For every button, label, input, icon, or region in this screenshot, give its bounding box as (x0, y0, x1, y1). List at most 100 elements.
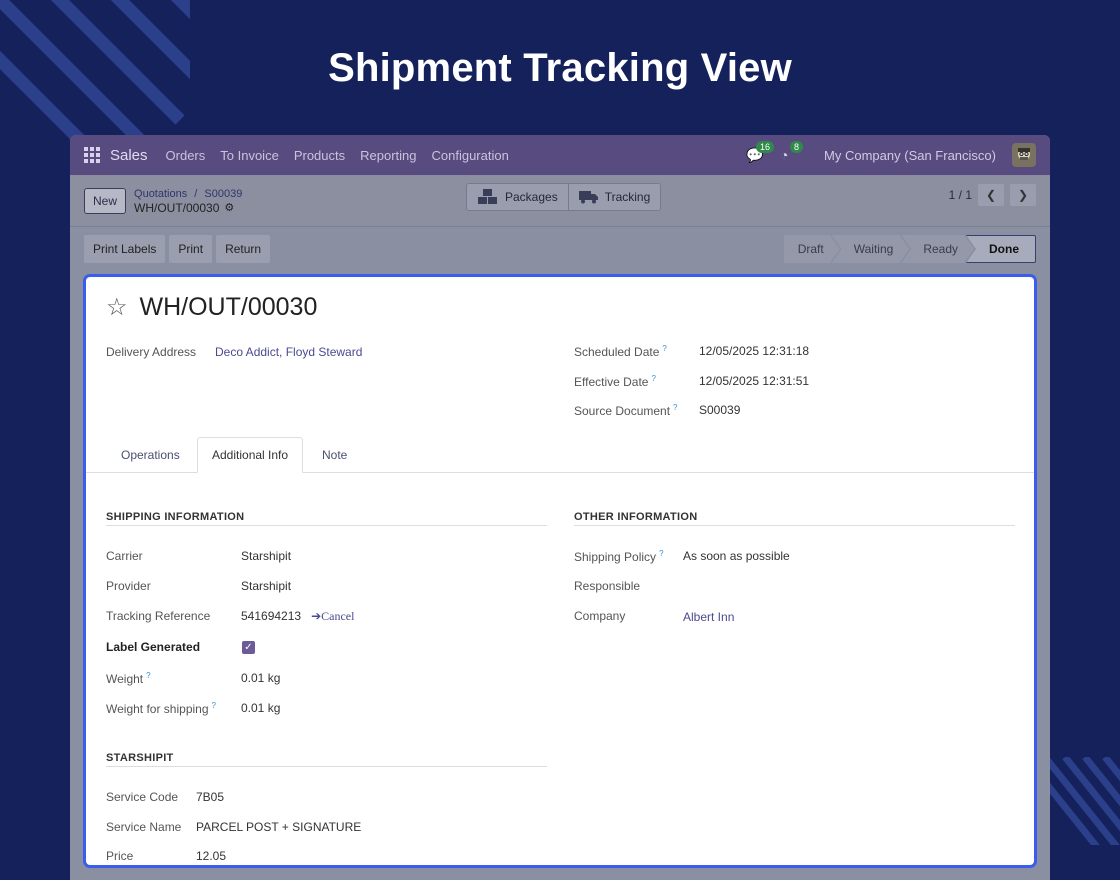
company-value[interactable]: Albert Inn (683, 610, 734, 624)
provider-value: Starshipit (241, 579, 292, 593)
avatar-icon (1018, 148, 1030, 160)
section-divider (106, 525, 547, 526)
help-icon[interactable]: ? (659, 549, 663, 558)
truck-icon (578, 191, 598, 204)
effective-date-value: 12/05/2025 12:31:51 (699, 374, 810, 388)
shipping-policy-value[interactable]: As soon as possible (683, 549, 790, 563)
provider-label: Provider (106, 579, 151, 593)
source-document-value[interactable]: S00039 (699, 403, 740, 417)
activities-badge: 8 (790, 141, 804, 153)
starshipit-header: STARSHIPIT (106, 752, 174, 764)
weight-value: 0.01 kg (241, 671, 281, 685)
price-value: 12.05 (196, 849, 227, 863)
help-icon[interactable]: ? (651, 374, 655, 383)
section-divider (574, 525, 1015, 526)
breadcrumb-sale-order[interactable]: S00039 (204, 188, 242, 200)
tab-operations[interactable]: Operations (107, 437, 194, 472)
app-grid-icon[interactable] (84, 147, 100, 163)
top-navbar: Sales Orders To Invoice Products Reporti… (70, 135, 1050, 175)
service-name-value: PARCEL POST + SIGNATURE (196, 820, 362, 834)
carrier-value[interactable]: Starshipit (241, 549, 291, 563)
help-icon[interactable]: ? (662, 344, 666, 353)
form-sheet: ☆ WH/OUT/00030 Delivery Address Deco Add… (83, 274, 1037, 868)
clock-icon: ◔ (780, 147, 789, 163)
chevron-right-icon: ❯ (1017, 188, 1029, 202)
service-code-label: Service Code (106, 790, 179, 804)
status-ready[interactable]: Ready (901, 235, 974, 263)
pager-next-button[interactable]: ❯ (1010, 184, 1036, 206)
gear-icon[interactable]: ⚙ (224, 201, 234, 215)
packages-label: Packages (505, 190, 558, 204)
tracking-reference-row: 541694213 ➔Cancel (241, 609, 354, 624)
service-name-label: Service Name (106, 820, 182, 834)
print-button[interactable]: Print (169, 235, 213, 263)
app-window: Sales Orders To Invoice Products Reporti… (70, 135, 1050, 880)
scheduled-date-value[interactable]: 12/05/2025 12:31:18 (699, 344, 809, 358)
delivery-address-value[interactable]: Deco Addict, Floyd Steward (215, 345, 362, 359)
tab-additional-info[interactable]: Additional Info (197, 437, 304, 473)
carrier-label: Carrier (106, 549, 143, 563)
price-label: Price (106, 849, 134, 863)
status-done[interactable]: Done (966, 235, 1036, 263)
menu-to-invoice[interactable]: To Invoice (220, 148, 279, 163)
weight-for-shipping-value: 0.01 kg (241, 701, 281, 715)
responsible-field[interactable] (683, 579, 883, 593)
breadcrumb-quotations[interactable]: Quotations (134, 188, 187, 200)
tracking-reference-label: Tracking Reference (106, 609, 211, 623)
star-icon[interactable]: ☆ (106, 293, 128, 322)
delivery-address-label: Delivery Address (106, 345, 197, 359)
breadcrumb-current: WH/OUT/00030 (134, 200, 220, 215)
activities-button[interactable]: ◔ 8 (780, 141, 804, 165)
help-icon[interactable]: ? (212, 701, 216, 710)
control-panel: New Quotations / S00039 WH/OUT/00030 ⚙ P… (70, 175, 1050, 227)
source-document-label: Source Document? (574, 403, 678, 418)
chevron-left-icon: ❮ (985, 188, 997, 202)
weight-for-shipping-label: Weight for shipping? (106, 701, 216, 716)
breadcrumb: Quotations / S00039 WH/OUT/00030 ⚙ (134, 187, 242, 215)
company-switcher[interactable]: My Company (San Francisco) (824, 148, 996, 163)
new-button[interactable]: New (84, 187, 127, 214)
checkmark-icon: ✓ (244, 642, 253, 653)
help-icon[interactable]: ? (146, 671, 150, 680)
user-avatar[interactable] (1012, 143, 1036, 167)
hero-title: Shipment Tracking View (328, 46, 792, 90)
menu-orders[interactable]: Orders (166, 148, 206, 163)
tab-note[interactable]: Note (308, 437, 361, 472)
pager-previous-button[interactable]: ❮ (978, 184, 1004, 206)
help-icon[interactable]: ? (673, 403, 677, 412)
status-draft[interactable]: Draft (784, 235, 840, 263)
record-title-row: ☆ WH/OUT/00030 (106, 293, 317, 322)
weight-label: Weight? (106, 671, 151, 686)
section-divider (106, 766, 547, 767)
pager: 1 / 1 ❮ ❯ (949, 184, 1036, 206)
packages-button[interactable]: Packages (467, 184, 568, 210)
label-generated-label: Label Generated (106, 640, 201, 654)
menu-reporting[interactable]: Reporting (360, 148, 416, 163)
menu-configuration[interactable]: Configuration (432, 148, 509, 163)
packages-icon (478, 189, 497, 204)
other-information-header: OTHER INFORMATION (574, 511, 698, 523)
tracking-label: Tracking (604, 190, 651, 204)
print-labels-button[interactable]: Print Labels (84, 235, 166, 263)
company-label: Company (574, 609, 626, 623)
status-waiting[interactable]: Waiting (832, 235, 910, 263)
status-bar: Draft Waiting Ready Done (784, 235, 1036, 263)
decorative-stripes-bottom-right (1045, 757, 1120, 845)
messages-badge: 16 (756, 141, 775, 153)
record-name: WH/OUT/00030 (139, 293, 318, 321)
effective-date-label: Effective Date? (574, 374, 656, 389)
pager-value[interactable]: 1 / 1 (949, 188, 972, 202)
smart-buttons: Packages Tracking (466, 183, 662, 211)
cancel-tracking-link[interactable]: ➔Cancel (311, 609, 354, 623)
tracking-button[interactable]: Tracking (567, 184, 661, 210)
breadcrumb-separator: / (194, 187, 198, 200)
tracking-reference-value[interactable]: 541694213 (241, 609, 301, 623)
app-brand[interactable]: Sales (110, 147, 148, 164)
shipping-information-header: SHIPPING INFORMATION (106, 511, 245, 523)
menu-products[interactable]: Products (294, 148, 345, 163)
notebook-tabs: Operations Additional Info Note (86, 437, 1034, 473)
label-generated-checkbox[interactable]: ✓ (242, 641, 255, 654)
messages-button[interactable]: 💬 16 (746, 141, 775, 165)
return-button[interactable]: Return (216, 235, 271, 263)
action-bar: Print Labels Print Return Draft Waiting … (70, 227, 1050, 271)
